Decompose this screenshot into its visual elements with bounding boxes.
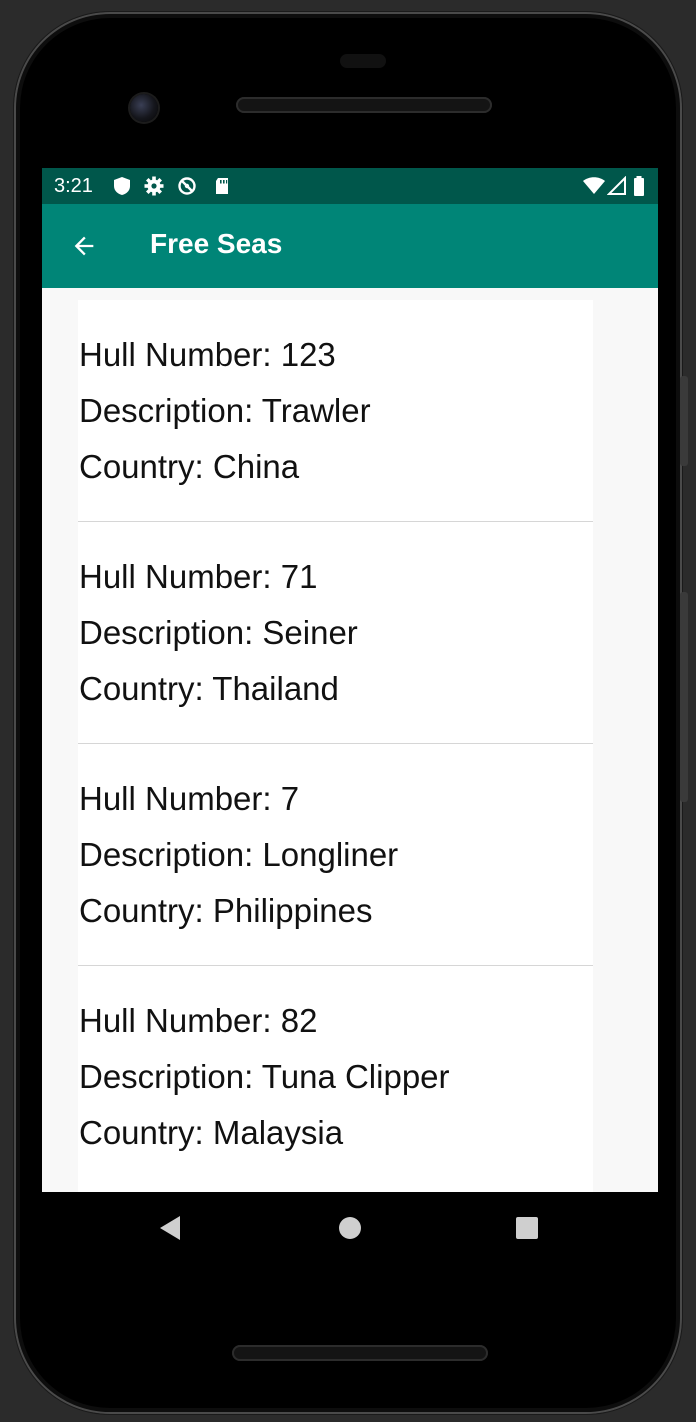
- country-text: Country: China: [79, 448, 300, 485]
- app-screen: 3:21 Free Seas Hull Number: 123 Descript…: [42, 168, 658, 1192]
- list-item[interactable]: Hull Number: 7 Description: Longliner Co…: [78, 744, 593, 966]
- no-sync-icon: [178, 177, 196, 195]
- status-bar: 3:21: [42, 168, 658, 204]
- signal-icon: [607, 176, 626, 195]
- bottom-speaker: [232, 1345, 488, 1361]
- list-item[interactable]: Hull Number: 82 Description: Tuna Clippe…: [78, 966, 593, 1188]
- description-text: Description: Tuna Clipper: [79, 1058, 450, 1095]
- hull-number-text: Hull Number: 123: [79, 336, 336, 373]
- status-time: 3:21: [54, 175, 93, 197]
- app-bar: Free Seas: [42, 204, 658, 288]
- volume-button: [680, 592, 688, 802]
- sd-card-icon: [216, 178, 228, 194]
- hull-number-text: Hull Number: 82: [79, 1002, 318, 1039]
- front-camera: [130, 94, 158, 122]
- nav-recents-button[interactable]: [505, 1206, 549, 1250]
- power-button: [680, 376, 688, 466]
- country-text: Country: Malaysia: [79, 1114, 344, 1151]
- country-text: Country: Philippines: [79, 892, 373, 929]
- back-triangle-icon: [160, 1216, 180, 1240]
- wifi-icon: [583, 177, 605, 194]
- list-item[interactable]: Hull Number: 71 Description: Seiner Coun…: [78, 522, 593, 744]
- description-text: Description: Trawler: [79, 392, 371, 429]
- nav-home-button[interactable]: [328, 1206, 372, 1250]
- hull-number-text: Hull Number: 7: [79, 780, 300, 817]
- earpiece-slot: [340, 54, 386, 68]
- top-speaker: [236, 97, 492, 113]
- shield-icon: [114, 177, 130, 195]
- nav-back-button[interactable]: [148, 1206, 192, 1250]
- system-nav-bar: [42, 1192, 658, 1264]
- list-item[interactable]: Hull Number: 123 Description: Trawler Co…: [78, 300, 593, 522]
- gear-icon: [144, 176, 164, 196]
- arrow-back-icon: [74, 236, 94, 256]
- vessel-list[interactable]: Hull Number: 123 Description: Trawler Co…: [78, 300, 593, 1192]
- page-title: Free Seas: [150, 228, 283, 259]
- country-text: Country: Thailand: [79, 670, 339, 707]
- battery-icon: [634, 176, 644, 196]
- hull-number-text: Hull Number: 71: [79, 558, 318, 595]
- back-button[interactable]: [56, 218, 112, 274]
- recents-square-icon: [516, 1217, 538, 1239]
- description-text: Description: Seiner: [79, 614, 358, 651]
- home-circle-icon: [339, 1217, 361, 1239]
- description-text: Description: Longliner: [79, 836, 399, 873]
